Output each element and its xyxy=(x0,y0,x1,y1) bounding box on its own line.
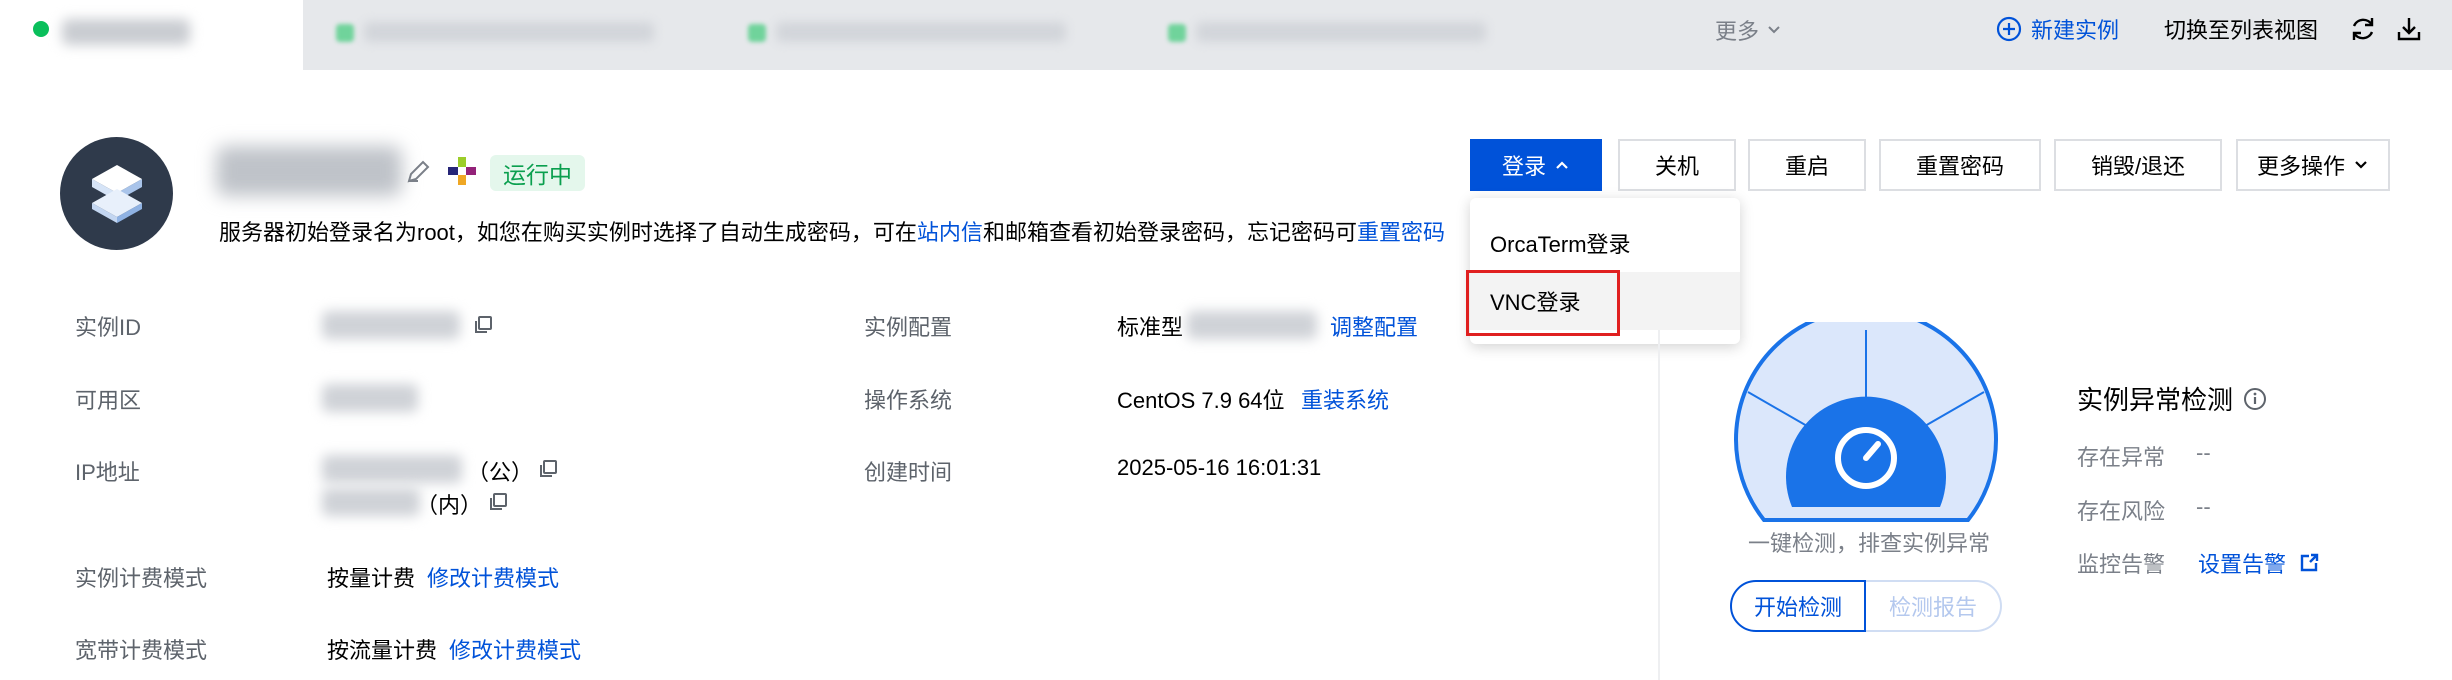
chevron-down-icon xyxy=(2355,161,2367,169)
detection-title-label: 实例异常检测 xyxy=(2077,385,2234,415)
running-status-dot xyxy=(33,21,49,37)
instance-tab[interactable] xyxy=(748,18,1078,48)
exception-value: -- xyxy=(2196,440,2211,465)
instance-id-label: 实例ID xyxy=(75,315,142,340)
status-badge: 运行中 xyxy=(490,155,585,191)
destroy-label: 销毁/退还 xyxy=(2090,154,2186,179)
copy-icon[interactable] xyxy=(472,314,494,336)
created-time-value: 2025-05-16 16:01:31 xyxy=(1117,455,1322,480)
gauge-caption: 一键检测，排查实例异常 xyxy=(1748,531,1991,556)
login-button-label: 登录 xyxy=(1501,154,1546,179)
instance-spec-redacted xyxy=(1187,311,1317,339)
instance-tab[interactable] xyxy=(1168,18,1498,48)
login-dropdown-menu: OrcaTerm登录 VNC登录 xyxy=(1470,198,1740,344)
adjust-config-link[interactable]: 调整配置 xyxy=(1330,310,1418,342)
menu-item-vnc-login[interactable]: VNC登录 xyxy=(1470,272,1740,330)
instance-config-label: 实例配置 xyxy=(864,315,953,340)
download-icon[interactable] xyxy=(2392,12,2426,46)
restart-button[interactable]: 重启 xyxy=(1748,139,1866,191)
modify-bandwidth-billing-link[interactable]: 修改计费模式 xyxy=(449,633,581,665)
bandwidth-billing-value: 按流量计费 xyxy=(327,638,438,663)
login-tip: 服务器初始登录名为root，如您在购买实例时选择了自动生成密码，可在站内信和邮箱… xyxy=(219,215,1445,247)
edit-pencil-icon[interactable] xyxy=(404,158,432,186)
copy-icon[interactable] xyxy=(537,458,559,480)
private-ip-redacted xyxy=(322,488,420,516)
ip-label: IP地址 xyxy=(75,460,140,485)
shutdown-label: 关机 xyxy=(1654,154,1699,179)
destroy-button[interactable]: 销毁/退还 xyxy=(2054,139,2222,191)
instance-tab-active[interactable] xyxy=(0,0,303,70)
zone-label: 可用区 xyxy=(75,388,142,413)
detection-button-group: 开始检测 检测报告 xyxy=(1730,580,2002,632)
detection-report-button[interactable]: 检测报告 xyxy=(1866,580,2002,632)
zone-value-redacted xyxy=(322,384,418,412)
detection-gauge xyxy=(1734,322,1998,522)
reinstall-os-link[interactable]: 重装系统 xyxy=(1301,383,1389,415)
start-detection-button[interactable]: 开始检测 xyxy=(1730,580,1866,632)
instance-tab-bar: 更多 新建实例 切换至列表视图 xyxy=(0,0,2452,70)
site-message-link[interactable]: 站内信 xyxy=(917,220,983,245)
chevron-up-icon xyxy=(1556,161,1568,169)
billing-mode-label: 实例计费模式 xyxy=(75,566,208,591)
instance-config-value: 标准型 xyxy=(1117,315,1184,340)
chevron-down-icon xyxy=(1768,26,1780,34)
new-instance-button[interactable]: 新建实例 xyxy=(1995,13,2119,45)
info-icon[interactable] xyxy=(2243,387,2267,411)
public-ip-suffix: （公） xyxy=(467,460,534,485)
billing-mode-value: 按量计费 xyxy=(327,566,416,591)
reset-password-link[interactable]: 重置密码 xyxy=(1357,220,1445,245)
login-tip-prefix: 服务器初始登录名为root，如您在购买实例时选择了自动生成密码，可在 xyxy=(219,220,917,245)
more-actions-button[interactable]: 更多操作 xyxy=(2236,139,2390,191)
public-ip-redacted xyxy=(322,455,462,483)
instance-avatar xyxy=(60,137,173,250)
instance-tab[interactable] xyxy=(336,18,666,48)
shutdown-button[interactable]: 关机 xyxy=(1618,139,1736,191)
refresh-icon[interactable] xyxy=(2346,12,2380,46)
modify-billing-link[interactable]: 修改计费模式 xyxy=(427,561,559,593)
monitor-alarm-label: 监控告警 xyxy=(2077,552,2166,577)
instance-id-redacted xyxy=(322,311,460,339)
menu-item-orcaterm-login[interactable]: OrcaTerm登录 xyxy=(1470,214,1740,272)
more-tabs-label: 更多 xyxy=(1715,19,1760,44)
instance-name-redacted xyxy=(216,146,402,196)
login-button[interactable]: 登录 xyxy=(1470,139,1602,191)
risk-value: -- xyxy=(2196,494,2211,519)
instance-tab-name-redacted xyxy=(62,19,190,45)
bandwidth-billing-label: 宽带计费模式 xyxy=(75,638,208,663)
more-tabs-dropdown[interactable]: 更多 xyxy=(1715,14,1783,46)
private-ip-suffix: （内） xyxy=(416,493,483,518)
more-actions-label: 更多操作 xyxy=(2256,154,2345,179)
copy-icon[interactable] xyxy=(487,491,509,513)
switch-list-view-label: 切换至列表视图 xyxy=(2164,18,2319,43)
exception-label: 存在异常 xyxy=(2077,445,2166,470)
login-tip-middle: 和邮箱查看初始登录密码，忘记密码可 xyxy=(982,220,1357,245)
os-logo-icon xyxy=(448,157,476,185)
server-cube-icon xyxy=(91,164,142,223)
risk-label: 存在风险 xyxy=(2077,499,2166,524)
os-value: CentOS 7.9 64位 xyxy=(1117,388,1285,413)
column-divider xyxy=(1658,330,1660,680)
reset-password-label: 重置密码 xyxy=(1915,154,2004,179)
reset-password-button[interactable]: 重置密码 xyxy=(1879,139,2041,191)
set-alarm-label: 设置告警 xyxy=(2198,552,2287,577)
restart-label: 重启 xyxy=(1784,154,1829,179)
new-instance-label: 新建实例 xyxy=(2031,18,2120,43)
detection-title: 实例异常检测 xyxy=(2077,380,2267,417)
created-time-label: 创建时间 xyxy=(864,460,953,485)
set-alarm-link[interactable]: 设置告警 xyxy=(2198,547,2320,579)
switch-list-view-button[interactable]: 切换至列表视图 xyxy=(2164,13,2318,45)
external-link-icon xyxy=(2300,553,2319,572)
plus-circle-icon xyxy=(1996,16,2022,42)
os-label: 操作系统 xyxy=(864,388,953,413)
